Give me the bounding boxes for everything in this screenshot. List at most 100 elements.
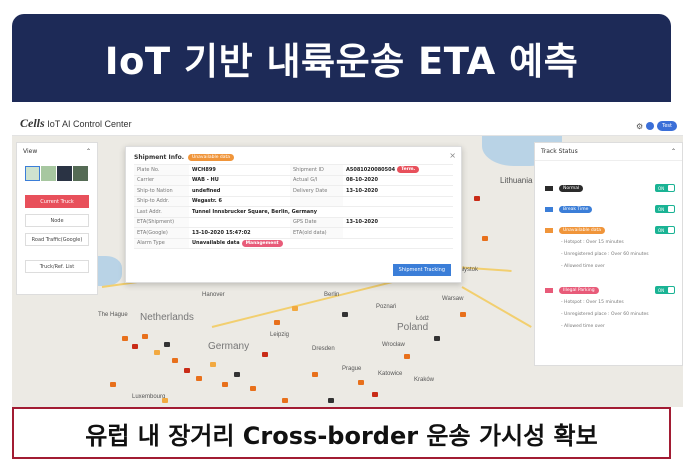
- city-label: Luxembourg: [132, 394, 166, 400]
- status-row-illegal-parking: Illegal Parking ON: [545, 285, 679, 295]
- status-row-unavailable: Unavailable data ON: [545, 225, 679, 235]
- collapse-icon[interactable]: ⌃: [86, 148, 91, 155]
- city-label: Netherlands: [140, 312, 194, 323]
- map-type-thumb[interactable]: [57, 166, 72, 181]
- table-row: Alarm Type Unavailable data Management: [134, 238, 453, 249]
- truck-icon: [545, 287, 553, 293]
- city-label: Wrocław: [382, 342, 405, 348]
- track-status-title: Track Status: [541, 148, 578, 155]
- truck-marker[interactable]: [154, 350, 160, 355]
- header-button[interactable]: Test: [657, 121, 677, 131]
- city-label: Katowice: [378, 371, 403, 377]
- toggle-switch[interactable]: ON: [655, 286, 675, 294]
- caption-box: 유럽 내 장거리 Cross-border 운송 가시성 확보: [12, 407, 671, 459]
- table-row: Carrier WAB - HU Actual G/I 08-10-2020: [134, 175, 453, 186]
- table-row: ETA(Shipment) GPS Date 13-10-2020: [134, 217, 453, 228]
- truck-marker[interactable]: [250, 386, 256, 391]
- truck-marker[interactable]: [164, 342, 170, 347]
- city-label: Prague: [342, 366, 362, 372]
- truck-marker[interactable]: [328, 398, 334, 403]
- slide-title: IoT 기반 내륙운송 ETA 예측: [104, 40, 579, 83]
- city-label: Berlin: [324, 292, 340, 298]
- truck-marker[interactable]: [122, 336, 128, 341]
- truck-marker[interactable]: [142, 334, 148, 339]
- node-button[interactable]: Node: [25, 214, 89, 227]
- term-badge: Term.: [397, 166, 420, 174]
- city-label: Kraków: [414, 377, 435, 383]
- truck-marker[interactable]: [110, 382, 116, 387]
- truck-marker[interactable]: [482, 236, 488, 241]
- truck-marker[interactable]: [274, 320, 280, 325]
- status-row-normal: Normal ON: [545, 183, 679, 193]
- view-panel: View ⌃ Current Truck Node Road Traffic(Go…: [16, 142, 98, 295]
- truck-list-button[interactable]: Truck/Ref. List: [25, 260, 89, 273]
- truck-marker[interactable]: [132, 344, 138, 349]
- settings-icon[interactable]: ⚙: [636, 122, 643, 131]
- city-label: Hanover: [202, 292, 225, 298]
- user-avatar[interactable]: [646, 122, 655, 130]
- current-truck-button[interactable]: Current Truck: [25, 195, 89, 208]
- map-type-thumb[interactable]: [25, 166, 40, 181]
- truck-marker[interactable]: [282, 398, 288, 403]
- city-label: Lithuania: [500, 176, 533, 185]
- map-type-selector: [25, 166, 89, 181]
- collapse-icon[interactable]: ⌃: [671, 148, 676, 155]
- table-row: Last Addr. Tunnel Innsbrucker Square, Ber…: [134, 207, 453, 218]
- toggle-switch[interactable]: ON: [655, 205, 675, 213]
- truck-marker[interactable]: [196, 376, 202, 381]
- app-logo: Cells IoT AI Control Center: [20, 116, 132, 130]
- truck-marker[interactable]: [172, 358, 178, 363]
- city-label: Germany: [208, 341, 250, 352]
- truck-icon: [545, 227, 553, 233]
- app-header: Cells IoT AI Control Center ⚙ Test: [12, 102, 683, 136]
- city-label: Warsaw: [442, 296, 464, 302]
- truck-marker[interactable]: [262, 352, 268, 357]
- truck-marker[interactable]: [434, 336, 440, 341]
- truck-marker[interactable]: [162, 398, 168, 403]
- city-label: The Hague: [98, 312, 128, 318]
- truck-marker[interactable]: [312, 372, 318, 377]
- truck-marker[interactable]: [372, 392, 378, 397]
- city-label: Łódź: [416, 316, 430, 322]
- map-type-thumb[interactable]: [41, 166, 56, 181]
- table-row: Ship-to Nation undefined Delivery Date 13-…: [134, 186, 453, 197]
- table-row: Ship-to Addr. Wegastr. 6: [134, 196, 453, 207]
- table-row: Plate No. WCH899 Shipment ID A50810200805…: [134, 165, 453, 176]
- city-label: Leipzig: [270, 332, 290, 338]
- truck-marker[interactable]: [184, 368, 190, 373]
- city-label: Poland: [397, 322, 429, 333]
- truck-icon: [545, 185, 553, 191]
- road: [461, 286, 532, 328]
- truck-marker[interactable]: [292, 306, 298, 311]
- truck-marker[interactable]: [358, 380, 364, 385]
- truck-marker[interactable]: [342, 312, 348, 317]
- view-panel-title: View: [23, 148, 38, 155]
- road-traffic-button[interactable]: Road Traffic(Google): [25, 233, 89, 246]
- city-label: Dresden: [312, 346, 335, 352]
- table-row: ETA(Google) 13-10-2020 15:47:02 ETA(old d…: [134, 228, 453, 239]
- app-screenshot: Cells IoT AI Control Center ⚙ Test Lithu…: [12, 102, 683, 407]
- truck-marker[interactable]: [404, 354, 410, 359]
- status-badge: Unavailable data: [188, 154, 235, 161]
- shipment-tracking-button[interactable]: Shipment Tracking: [392, 264, 451, 276]
- toggle-switch[interactable]: ON: [655, 184, 675, 192]
- modal-title: Shipment Info.: [134, 154, 185, 161]
- truck-marker[interactable]: [234, 372, 240, 377]
- truck-marker[interactable]: [210, 362, 216, 367]
- map-type-thumb[interactable]: [73, 166, 88, 181]
- caption-text: 유럽 내 장거리 Cross-border 운송 가시성 확보: [85, 421, 598, 450]
- slide: IoT 기반 내륙운송 ETA 예측 Cells IoT AI Control …: [0, 0, 683, 469]
- status-row-break-time: Break Time ON: [545, 204, 679, 214]
- truck-marker[interactable]: [474, 196, 480, 201]
- shipment-info-modal: Shipment Info. Unavailable data × Plate …: [125, 146, 462, 283]
- management-badge: Management: [241, 239, 283, 247]
- close-icon[interactable]: ×: [449, 151, 456, 160]
- shipment-table: Plate No. WCH899 Shipment ID A50810200805…: [134, 164, 453, 249]
- header-actions: ⚙ Test: [636, 121, 677, 131]
- track-status-panel: Track Status ⌃ Normal ON Break Time ON Un…: [534, 142, 683, 366]
- toggle-switch[interactable]: ON: [655, 226, 675, 234]
- truck-marker[interactable]: [460, 312, 466, 317]
- truck-marker[interactable]: [222, 382, 228, 387]
- truck-icon: [545, 206, 553, 212]
- city-label: Poznań: [376, 304, 397, 310]
